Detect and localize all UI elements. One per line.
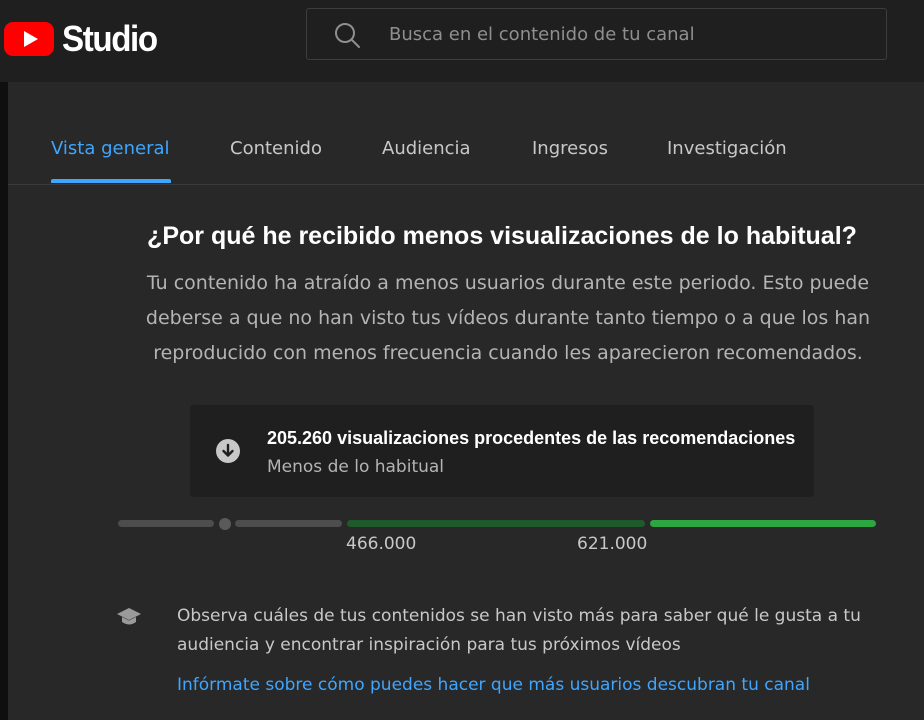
stat-card: 205.260 visualizaciones procedentes de l…	[190, 405, 814, 497]
analytics-panel: Vista general Contenido Audiencia Ingres…	[8, 82, 924, 720]
stat-title: 205.260 visualizaciones procedentes de l…	[267, 428, 796, 448]
range-segment-below	[118, 520, 214, 527]
youtube-logo-icon	[4, 22, 54, 56]
tip-text: Observa cuáles de tus contenidos se han …	[177, 606, 861, 655]
range-segment-typical	[347, 520, 645, 527]
active-tab-indicator	[51, 179, 171, 183]
tab-audience[interactable]: Audiencia	[382, 138, 471, 159]
range-segment-above	[650, 520, 876, 527]
stat-subtitle: Menos de lo habitual	[267, 457, 445, 477]
tab-overview[interactable]: Vista general	[51, 138, 170, 159]
search-input[interactable]	[389, 9, 869, 59]
insight-heading: ¿Por qué he recibido menos visualizacion…	[147, 222, 857, 250]
studio-wordmark: Studio	[62, 18, 158, 59]
tab-content[interactable]: Contenido	[230, 138, 322, 159]
graduation-cap-icon	[117, 608, 141, 625]
search-icon[interactable]	[333, 21, 361, 49]
tab-research[interactable]: Investigación	[667, 138, 787, 159]
search-box[interactable]	[306, 8, 887, 60]
range-segment-below	[235, 520, 342, 527]
range-low-label: 466.000	[346, 534, 417, 554]
typical-range-bar: 466.000 621.000	[118, 518, 876, 554]
range-high-label: 621.000	[577, 534, 648, 554]
arrow-down-circle-icon	[216, 439, 240, 463]
current-value-marker	[219, 518, 231, 530]
top-bar: Studio	[0, 0, 924, 82]
learn-more-link[interactable]: Infórmate sobre cómo puedes hacer que má…	[177, 675, 810, 695]
analytics-tabs: Vista general Contenido Audiencia Ingres…	[8, 82, 924, 185]
tab-revenue[interactable]: Ingresos	[532, 138, 608, 159]
youtube-studio-logo[interactable]: Studio	[4, 18, 165, 60]
insight-description: Tu contenido ha atraído a menos usuarios…	[145, 272, 871, 364]
